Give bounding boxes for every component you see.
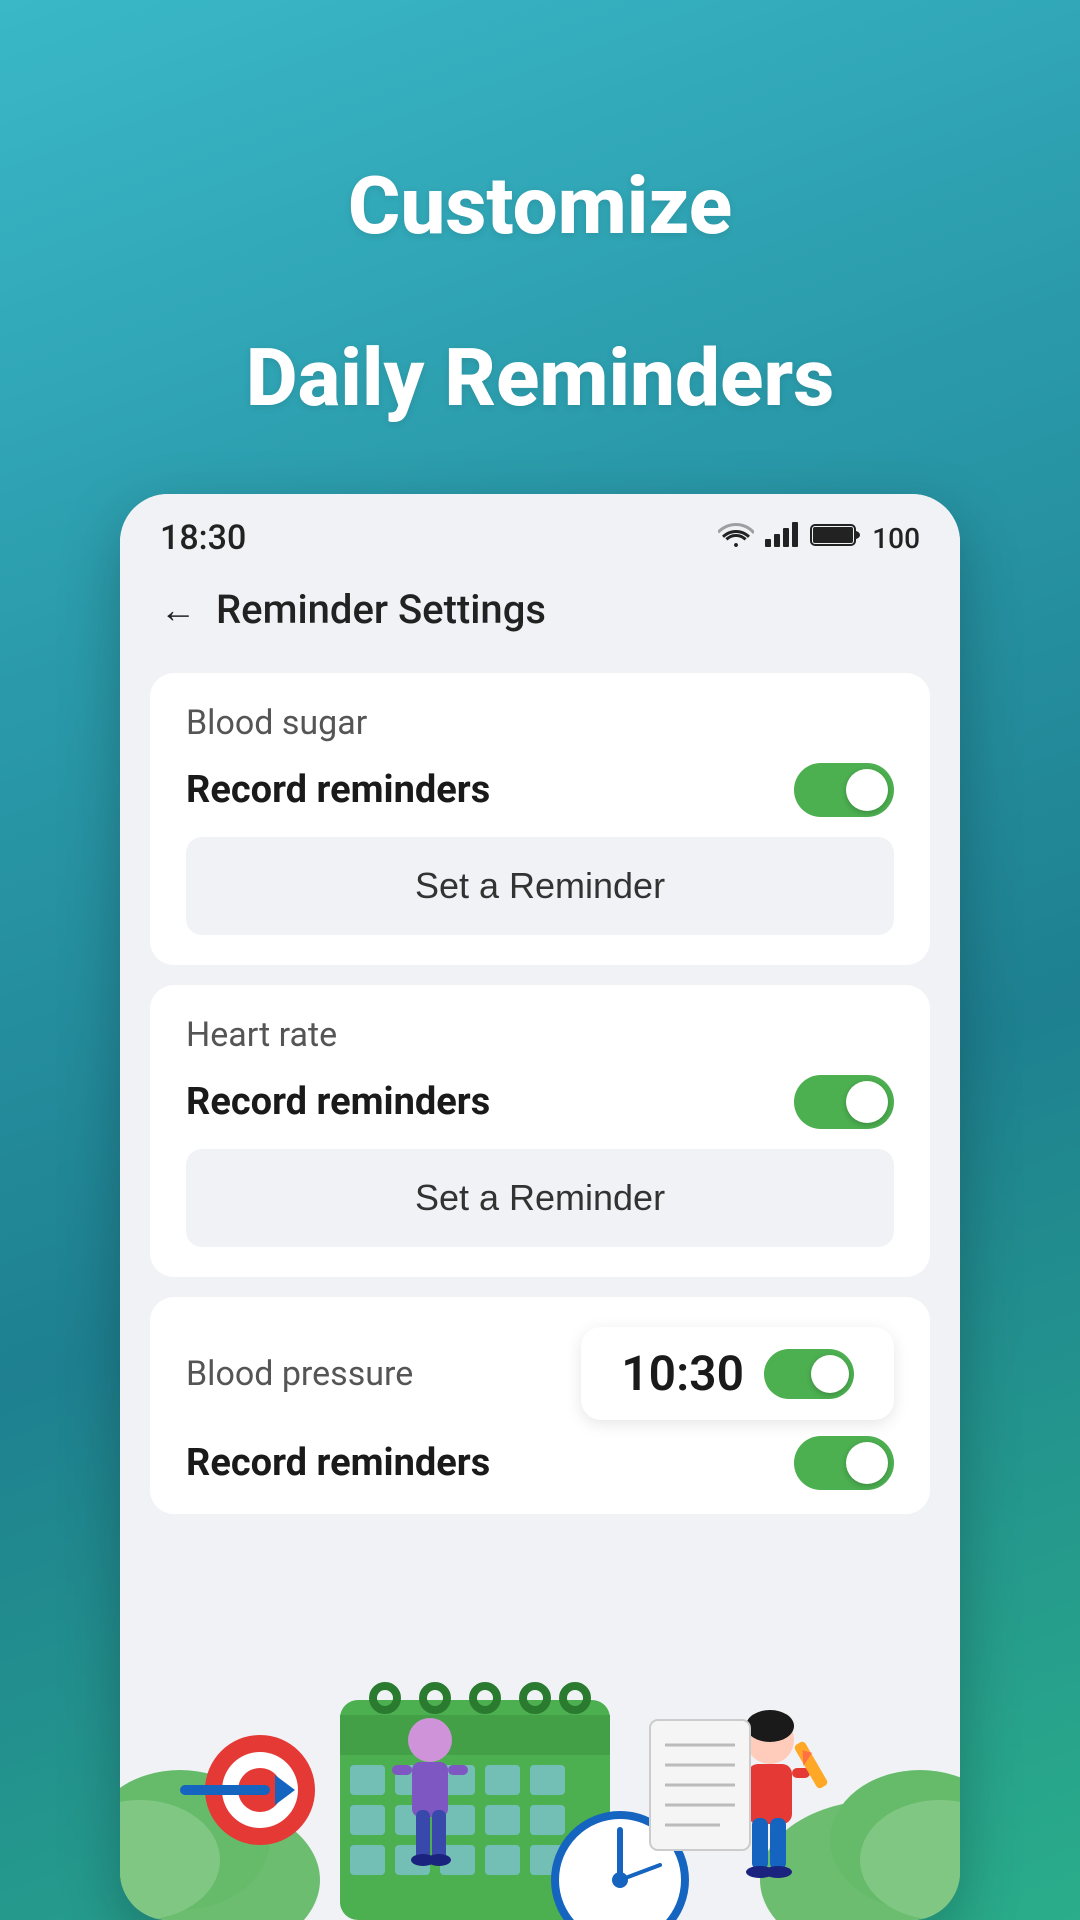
heart-rate-label: Heart rate [186,1015,894,1055]
time-value: 10:30 [621,1345,744,1402]
blood-sugar-label: Blood sugar [186,703,894,743]
signal-icon [764,521,800,556]
blood-pressure-time-toggle-knob [811,1355,849,1393]
heart-rate-toggle-row: Record reminders [186,1075,894,1129]
heart-rate-toggle-knob [846,1081,888,1123]
bottom-illustration [120,1500,960,1920]
blood-sugar-card: Blood sugar Record reminders Set a Remin… [150,673,930,965]
page-header: Customize Daily Reminders [246,0,835,434]
phone-mockup: 18:30 [120,494,960,1920]
blood-pressure-toggle-knob [846,1442,888,1484]
status-icons: 100 [718,521,920,556]
heart-rate-toggle[interactable] [794,1075,894,1129]
blood-sugar-toggle-label: Record reminders [186,768,490,812]
heart-rate-reminder-button[interactable]: Set a Reminder [186,1149,894,1247]
time-badge: 10:30 [581,1327,894,1420]
nav-title: Reminder Settings [216,586,546,633]
header-title-line1: Customize [246,160,835,252]
blood-pressure-header-row: Blood pressure 10:30 [186,1327,894,1420]
battery-level: 100 [872,522,920,555]
back-button[interactable]: ← [160,589,196,631]
heart-rate-toggle-label: Record reminders [186,1080,490,1124]
blood-pressure-toggle[interactable] [794,1436,894,1490]
settings-content: Blood sugar Record reminders Set a Remin… [120,653,960,1534]
blood-pressure-toggle-row: Record reminders [186,1436,894,1490]
blood-sugar-toggle[interactable] [794,763,894,817]
header-title-line2: Daily Reminders [246,332,835,424]
wifi-icon [718,521,754,556]
blood-pressure-label: Blood pressure [186,1354,413,1394]
nav-bar: ← Reminder Settings [120,570,960,653]
blood-pressure-toggle-label: Record reminders [186,1441,490,1485]
battery-icon [810,521,862,556]
heart-rate-card: Heart rate Record reminders Set a Remind… [150,985,930,1277]
status-time: 18:30 [160,518,246,558]
blood-sugar-toggle-row: Record reminders [186,763,894,817]
status-bar: 18:30 [120,494,960,570]
blood-pressure-time-toggle[interactable] [764,1349,854,1399]
blood-sugar-reminder-button[interactable]: Set a Reminder [186,837,894,935]
blood-sugar-toggle-knob [846,769,888,811]
blood-pressure-card: Blood pressure 10:30 Record reminders [150,1297,930,1514]
